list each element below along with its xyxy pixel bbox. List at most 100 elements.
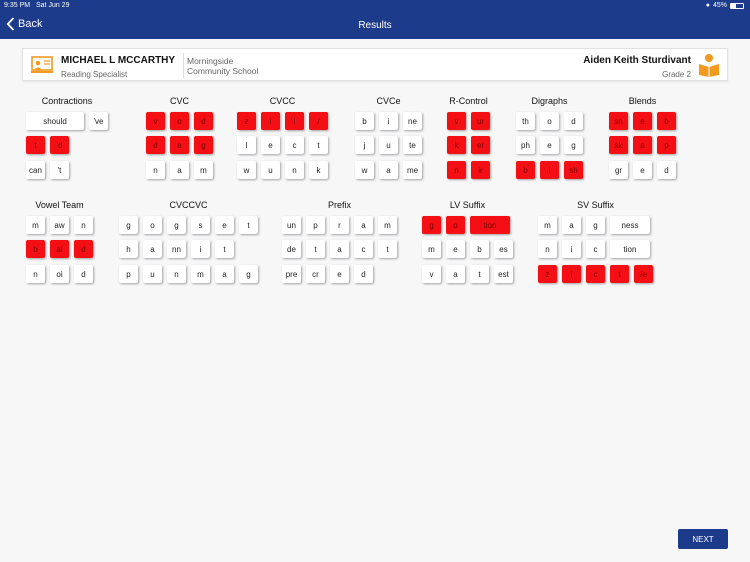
tile-correct[interactable]: e <box>261 136 280 154</box>
tile-missed[interactable]: i <box>261 112 280 130</box>
tile-correct[interactable]: g <box>586 216 605 234</box>
tile-missed[interactable]: sk <box>609 136 628 154</box>
tile-correct[interactable]: t <box>470 265 489 283</box>
tile-correct[interactable]: o <box>143 216 162 234</box>
tile-correct[interactable]: d <box>74 265 93 283</box>
tile-missed[interactable]: v <box>447 112 466 130</box>
tile-correct[interactable]: ne <box>403 112 422 130</box>
tile-correct[interactable]: a <box>170 161 189 179</box>
tile-correct[interactable]: should <box>26 112 84 130</box>
tile-correct[interactable]: g <box>239 265 258 283</box>
tile-correct[interactable]: e <box>446 240 465 258</box>
tile-correct[interactable]: e <box>215 216 234 234</box>
tile-correct[interactable]: un <box>282 216 301 234</box>
tile-correct[interactable]: m <box>378 216 397 234</box>
tile-correct[interactable]: c <box>285 136 304 154</box>
tile-correct[interactable]: gr <box>609 161 628 179</box>
tile-correct[interactable]: i <box>379 112 398 130</box>
tile-correct[interactable]: g <box>167 216 186 234</box>
tile-correct[interactable]: d <box>564 112 583 130</box>
tile-correct[interactable]: can <box>26 161 45 179</box>
tile-correct[interactable]: c <box>354 240 373 258</box>
tile-missed[interactable]: i <box>540 161 559 179</box>
tile-missed[interactable]: a <box>633 136 652 154</box>
tile-missed[interactable]: tion <box>470 216 510 234</box>
tile-correct[interactable]: a <box>446 265 465 283</box>
tile-correct[interactable]: m <box>422 240 441 258</box>
tile-correct[interactable]: m <box>194 161 213 179</box>
tile-correct[interactable]: w <box>355 161 374 179</box>
tile-correct[interactable]: t <box>306 240 325 258</box>
tile-missed[interactable]: d <box>194 112 213 130</box>
tile-correct[interactable]: i <box>191 240 210 258</box>
tile-missed[interactable]: l <box>285 112 304 130</box>
tile-missed[interactable]: g <box>194 136 213 154</box>
tile-missed[interactable]: / <box>309 112 328 130</box>
tile-correct[interactable]: t <box>215 240 234 258</box>
tile-correct[interactable]: ness <box>610 216 650 234</box>
tile-missed[interactable]: v <box>146 112 165 130</box>
tile-correct[interactable]: n <box>74 216 93 234</box>
tile-correct[interactable]: te <box>403 136 422 154</box>
tile-correct[interactable]: c <box>586 240 605 258</box>
tile-missed[interactable]: b <box>26 240 45 258</box>
tile-correct[interactable]: w <box>237 161 256 179</box>
tile-correct[interactable]: 't <box>50 161 69 179</box>
tile-correct[interactable]: b <box>355 112 374 130</box>
tile-correct[interactable]: u <box>143 265 162 283</box>
tile-correct[interactable]: e <box>633 161 652 179</box>
tile-missed[interactable]: p <box>657 136 676 154</box>
tile-missed[interactable]: b <box>657 112 676 130</box>
tile-correct[interactable]: k <box>309 161 328 179</box>
tile-missed[interactable]: ai <box>50 240 69 258</box>
tile-correct[interactable]: t <box>378 240 397 258</box>
tile-missed[interactable]: ur <box>471 112 490 130</box>
tile-correct[interactable]: e <box>540 136 559 154</box>
tile-correct[interactable]: cr <box>306 265 325 283</box>
tile-missed[interactable]: sh <box>564 161 583 179</box>
tile-missed[interactable]: z <box>538 265 557 283</box>
tile-correct[interactable]: n <box>26 265 45 283</box>
tile-correct[interactable]: u <box>261 161 280 179</box>
tile-correct[interactable]: b <box>470 240 489 258</box>
tile-correct[interactable]: p <box>306 216 325 234</box>
tile-missed[interactable]: z <box>237 112 256 130</box>
tile-missed[interactable]: g <box>422 216 441 234</box>
tile-missed[interactable]: sn <box>609 112 628 130</box>
tile-correct[interactable]: tion <box>610 240 650 258</box>
tile-correct[interactable]: de <box>282 240 301 258</box>
tile-correct[interactable]: est <box>494 265 513 283</box>
tile-missed[interactable]: t <box>26 136 45 154</box>
tile-missed[interactable]: ir <box>471 161 490 179</box>
tile-correct[interactable]: h <box>119 240 138 258</box>
tile-correct[interactable]: d <box>657 161 676 179</box>
tile-correct[interactable]: a <box>379 161 398 179</box>
tile-correct[interactable]: me <box>403 161 422 179</box>
tile-correct[interactable]: a <box>354 216 373 234</box>
next-button[interactable]: NEXT <box>678 529 728 549</box>
tile-missed[interactable]: d <box>74 240 93 258</box>
tile-correct[interactable]: j <box>355 136 374 154</box>
tile-correct[interactable]: n <box>167 265 186 283</box>
tile-correct[interactable]: aw <box>50 216 69 234</box>
tile-correct[interactable]: d <box>354 265 373 283</box>
tile-missed[interactable]: b <box>516 161 535 179</box>
tile-correct[interactable]: 've <box>89 112 108 130</box>
tile-correct[interactable]: l <box>237 136 256 154</box>
tile-correct[interactable]: nn <box>167 240 186 258</box>
tile-correct[interactable]: u <box>379 136 398 154</box>
tile-missed[interactable]: e <box>633 112 652 130</box>
tile-missed[interactable]: c <box>586 265 605 283</box>
tile-correct[interactable]: es <box>494 240 513 258</box>
tile-correct[interactable]: g <box>564 136 583 154</box>
tile-correct[interactable]: m <box>191 265 210 283</box>
tile-correct[interactable]: m <box>538 216 557 234</box>
tile-correct[interactable]: a <box>562 216 581 234</box>
tile-correct[interactable]: n <box>538 240 557 258</box>
tile-missed[interactable]: o <box>446 216 465 234</box>
tile-correct[interactable]: i <box>562 240 581 258</box>
tile-correct[interactable]: p <box>119 265 138 283</box>
tile-correct[interactable]: s <box>191 216 210 234</box>
tile-missed[interactable]: i <box>562 265 581 283</box>
tile-correct[interactable]: a <box>143 240 162 258</box>
